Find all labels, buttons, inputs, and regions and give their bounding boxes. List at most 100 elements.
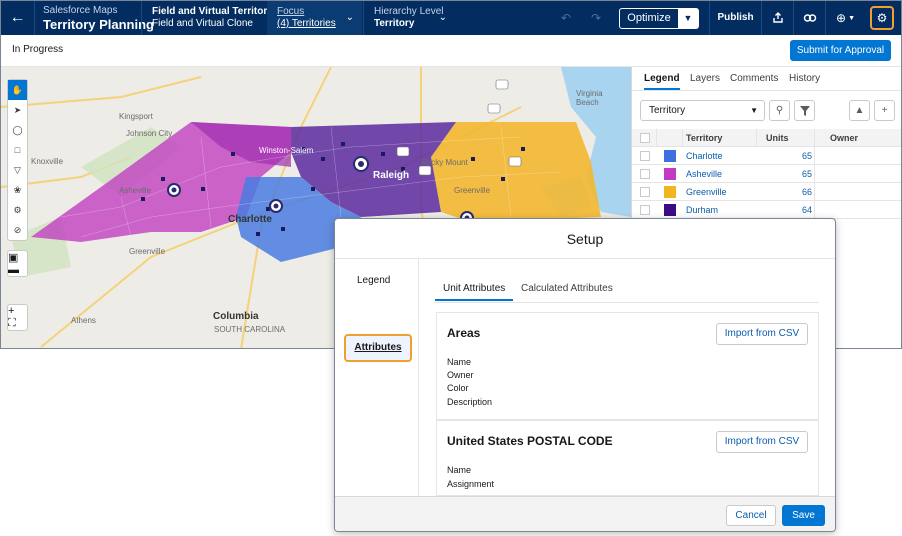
link-icon[interactable] [793,1,826,35]
settings-small-icon[interactable]: ⚙ [8,200,27,220]
tab-unit-attributes[interactable]: Unit Attributes [435,283,514,301]
rectangle-select-icon[interactable]: □ [8,140,27,160]
territory-units: 66 [801,187,812,197]
tab-calculated-attributes[interactable]: Calculated Attributes [521,283,613,294]
territory-name[interactable]: Greenville [686,187,727,197]
lasso-icon[interactable]: ❀ [8,180,27,200]
row-checkbox[interactable] [640,169,650,179]
circle-select-icon[interactable]: ◯ [8,120,27,140]
tab-layers[interactable]: Layers [690,73,720,84]
hierarchy-icon[interactable]: ▲ [849,100,870,121]
save-button[interactable]: Save [782,505,825,526]
field-label: Name [447,357,472,367]
table-row[interactable]: Durham 64 [632,201,901,219]
optimize-label: Optimize [627,12,671,24]
field-label: Owner [447,370,474,380]
row-checkbox[interactable] [640,187,650,197]
status-bar: In Progress Submit for Approval [1,35,901,67]
zoom-toolbar: + ⛶ [7,304,28,331]
territory-table: Territory Units Owner Charlotte 65 Ashev… [632,129,901,219]
panel-tabs: Legend Layers Comments History [632,67,901,91]
field-label: Description [447,397,493,407]
map-label: Virginia Beach [576,89,603,107]
fit-extent-icon[interactable]: ⛶ [8,317,27,330]
add-icon[interactable]: + [874,100,895,121]
polygon-select-icon[interactable]: ▽ [8,160,27,180]
optimize-button[interactable]: Optimize ▼ [619,8,699,29]
attribute-tabs: Unit Attributes Calculated Attributes [435,277,819,303]
color-swatch[interactable] [664,168,676,180]
map-label: Asheville [119,186,152,195]
color-swatch[interactable] [664,204,676,216]
optimize-dropdown-icon[interactable]: ▼ [678,9,698,28]
modal-title: Setup [335,219,835,259]
submit-for-approval-button[interactable]: Submit for Approval [790,40,891,61]
clear-icon[interactable]: ⊘ [8,220,27,240]
tab-history[interactable]: History [789,73,820,84]
map-label: Greenville [454,186,491,195]
map-label: Rocky Mount [421,158,468,167]
import-csv-button[interactable]: Import from CSV [716,323,808,345]
globe-menu-icon[interactable]: ⊕ ▼ [825,1,865,35]
territory-units: 65 [801,151,812,161]
select-all-checkbox[interactable] [640,133,650,143]
row-checkbox[interactable] [640,205,650,215]
legend-select-value: Territory [649,105,686,116]
map-label: Johnson City [126,129,173,138]
layer-toolbar: ▣ ▬ [7,250,28,277]
cancel-button[interactable]: Cancel [726,505,776,526]
back-arrow-icon[interactable]: ← [1,1,35,35]
map-label: Kingsport [119,112,153,121]
filter-icon[interactable] [794,100,815,121]
table-row[interactable]: Charlotte 65 [632,147,901,165]
table-row[interactable]: Asheville 65 [632,165,901,183]
legend-select[interactable]: Territory ▼ [640,100,765,121]
map-label: Greenville [129,247,166,256]
undo-icon[interactable]: ↶ [561,11,571,25]
plan-line-2: Field and Virtual Clone [152,18,253,29]
map-toolbar: ✋ ➤ ◯ □ ▽ ❀ ⚙ ⊘ [7,79,28,241]
field-label: Assignment [447,479,495,489]
tab-legend[interactable]: Legend [644,73,680,90]
sidebar-item-attributes[interactable]: Attributes [344,334,412,362]
col-territory[interactable]: Territory [686,133,722,143]
territory-name[interactable]: Charlotte [686,151,723,161]
territory-name[interactable]: Asheville [686,169,722,179]
search-icon[interactable]: ⚲ [769,100,790,121]
table-row[interactable]: Greenville 66 [632,183,901,201]
settings-gear-icon[interactable]: ⚙ [870,6,894,30]
map-label: Knoxville [31,157,64,166]
publish-button[interactable]: Publish [709,1,761,35]
card-title: Areas [447,326,481,340]
map-label: Charlotte [228,214,272,225]
app-title: Territory Planning [43,17,154,32]
layers-icon[interactable]: ▣ [8,251,27,264]
territory-name[interactable]: Durham [686,205,718,215]
pointer-icon[interactable]: ➤ [8,100,27,120]
chevron-down-icon: ⌄ [438,12,447,23]
measure-icon[interactable]: ▬ [8,264,27,276]
plan-status: In Progress [12,44,64,55]
zoom-in-icon[interactable]: + [8,305,27,317]
col-units[interactable]: Units [766,133,789,143]
import-csv-button[interactable]: Import from CSV [716,431,808,453]
sidebar-item-legend[interactable]: Legend [357,275,390,286]
share-icon[interactable] [761,1,794,35]
hierarchy-label: Hierarchy Level [374,6,444,17]
color-swatch[interactable] [664,186,676,198]
color-swatch[interactable] [664,150,676,162]
app-subtitle: Salesforce Maps [43,5,118,16]
hierarchy-level-dropdown[interactable]: Hierarchy Level Territory ⌄ [363,1,455,35]
tab-comments[interactable]: Comments [730,73,778,84]
attribute-card-areas: Areas Import from CSV Name Owner Color D… [436,312,819,420]
card-title: United States POSTAL CODE [447,434,613,448]
pan-hand-icon[interactable]: ✋ [8,80,27,100]
territory-units: 64 [801,205,812,215]
focus-dropdown[interactable]: Focus (4) Territories ⌄ [267,1,362,35]
row-checkbox[interactable] [640,151,650,161]
redo-icon[interactable]: ↷ [591,11,601,25]
map-label: Columbia [213,311,259,322]
plan-line-1: Field and Virtual Territories [152,6,282,17]
caret-down-icon: ▼ [750,106,758,115]
col-owner[interactable]: Owner [830,133,858,143]
